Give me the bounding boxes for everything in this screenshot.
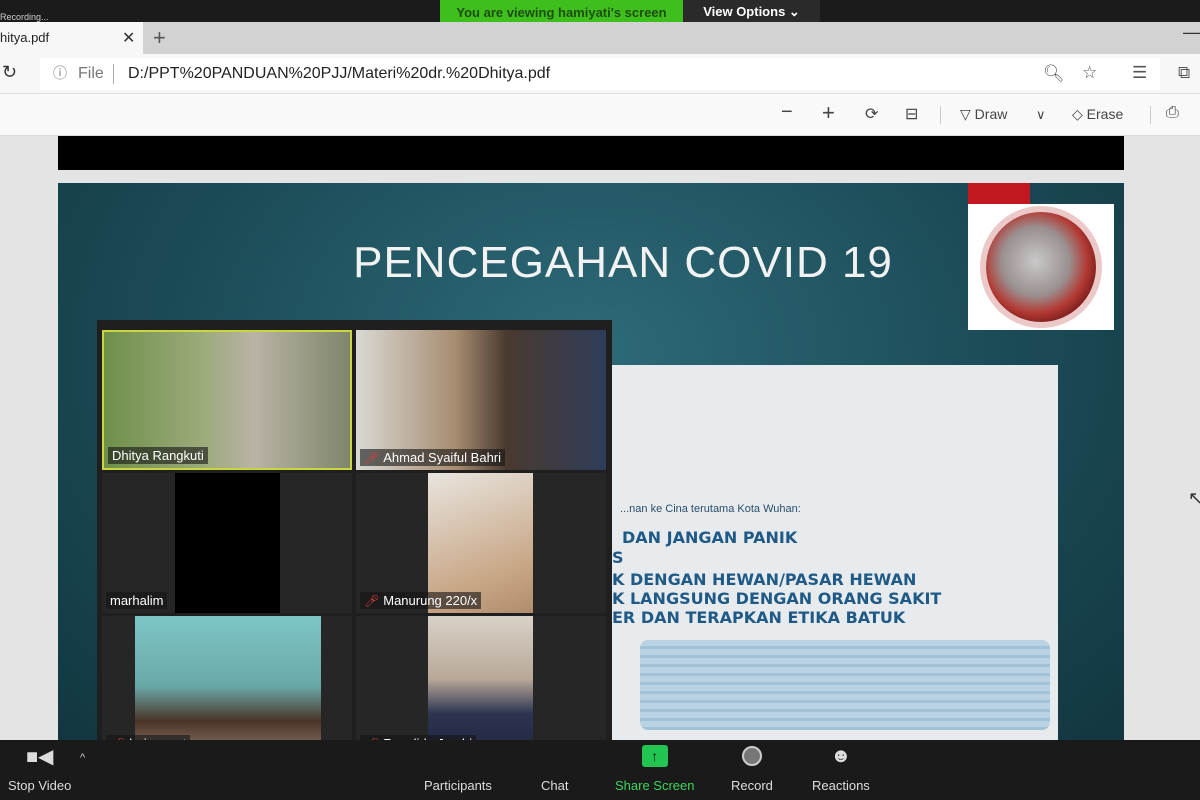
pdf-toolbar	[0, 94, 1200, 136]
divider	[940, 106, 941, 124]
participant-name: Manurung 220/x	[383, 593, 478, 608]
rotate-icon[interactable]: ⟳	[865, 104, 878, 124]
video-tile[interactable]: 🎤︎ Manurung 220/x	[356, 473, 606, 613]
previous-page-bottom	[58, 136, 1124, 170]
divider	[113, 64, 114, 84]
share-screen-label: Share Screen	[615, 778, 695, 793]
file-label: File	[78, 65, 104, 82]
reactions-label: Reactions	[812, 778, 870, 793]
slide-line: K DENGAN HEWAN/PASAR HEWAN	[612, 570, 917, 589]
tab-title: hitya.pdf	[0, 30, 50, 45]
info-icon[interactable]: ⓘ	[53, 63, 67, 83]
participant-name-tag: 🎤︎ Manurung 220/x	[360, 592, 482, 609]
participant-name-tag: Dhitya Rangkuti	[108, 447, 208, 464]
participants-label: Participants	[424, 778, 492, 793]
slide-subtitle: ...nan ke Cina terutama Kota Wuhan:	[620, 503, 801, 515]
video-camera-icon: ■◀	[25, 745, 54, 768]
participant-name-tag: marhalim	[106, 592, 168, 609]
participant-name: Ahmad Syaiful Bahri	[383, 450, 502, 465]
zoom-in-button[interactable]: +	[822, 100, 835, 126]
fit-width-icon[interactable]: ⊟	[905, 104, 918, 124]
favorites-icon[interactable]: ☰	[1132, 63, 1147, 83]
slide-line: DAN JANGAN PANIK	[622, 528, 798, 547]
url-text[interactable]: D:/PPT%20PANDUAN%20PJJ/Materi%20dr.%20Dh…	[128, 65, 550, 83]
new-tab-icon[interactable]: +	[153, 25, 166, 51]
record-icon	[741, 744, 762, 768]
close-tab-icon[interactable]: ✕	[122, 28, 135, 48]
muted-mic-icon: 🎤︎	[364, 450, 380, 465]
reactions-button[interactable]: ☻ Reactions	[812, 744, 870, 794]
collections-icon[interactable]: ⧉	[1178, 63, 1190, 83]
refresh-icon[interactable]: ↻	[2, 62, 17, 83]
participant-video	[175, 473, 280, 613]
recording-label: Recording...	[0, 12, 49, 22]
video-tile[interactable]: 🎤︎ Ahmad Syaiful Bahri	[356, 330, 606, 470]
print-icon[interactable]: ⎙	[1166, 104, 1179, 122]
tab-bar	[0, 22, 1200, 54]
draw-label: Draw	[974, 106, 1008, 122]
pen-icon: ▽	[960, 106, 971, 122]
chat-label: Chat	[541, 778, 569, 793]
zoom-out-button[interactable]: −	[781, 101, 793, 124]
record-button[interactable]: Record	[731, 744, 773, 793]
erase-button[interactable]: ◇ Erase	[1072, 106, 1123, 123]
face-mask-image	[640, 640, 1050, 730]
record-label: Record	[731, 778, 773, 793]
video-tile[interactable]: 🎤︎Revolida Jambi	[356, 616, 606, 756]
minimize-icon[interactable]: —	[1183, 22, 1200, 43]
smiley-plus-icon: ☻	[830, 744, 852, 767]
video-tile[interactable]: 🎤︎hoiron nst	[102, 616, 352, 756]
draw-button[interactable]: ▽ Draw	[960, 106, 1007, 123]
divider	[1150, 106, 1151, 124]
zoom-out-icon[interactable]: 🔍︎	[1043, 64, 1065, 84]
participant-name: Dhitya Rangkuti	[112, 448, 204, 463]
participant-name-tag: 🎤︎ Ahmad Syaiful Bahri	[360, 449, 506, 466]
viewing-banner: You are viewing hamiyati's screen	[440, 0, 683, 24]
mouse-cursor-icon: ↖	[1188, 488, 1200, 508]
erase-label: Erase	[1086, 106, 1124, 122]
slide-line: K LANGSUNG DENGAN ORANG SAKIT	[612, 589, 942, 608]
draw-dropdown-chevron-icon[interactable]: ∨	[1036, 107, 1046, 123]
chat-button[interactable]: Chat	[541, 744, 568, 793]
slide-line: ER DAN TERAPKAN ETIKA BATUK	[612, 608, 906, 627]
red-accent-bar	[968, 183, 1030, 205]
star-icon[interactable]: ☆	[1082, 63, 1097, 83]
coronavirus-image	[968, 204, 1114, 330]
share-screen-icon: ↑	[641, 744, 668, 768]
stop-video-label: Stop Video	[8, 778, 72, 793]
participant-name: marhalim	[110, 593, 164, 608]
view-options-button[interactable]: View Options ⌄	[683, 0, 820, 24]
stop-video-button[interactable]: ■◀ Stop Video	[8, 744, 72, 794]
slide-line: S	[612, 548, 624, 567]
participants-button[interactable]: Participants	[424, 744, 492, 793]
muted-mic-icon: 🎤︎	[364, 593, 380, 608]
meeting-controls-bar	[0, 740, 1200, 800]
video-tile[interactable]: Dhitya Rangkuti	[102, 330, 352, 470]
eraser-icon: ◇	[1072, 106, 1083, 122]
video-tile[interactable]: marhalim	[102, 473, 352, 613]
share-screen-button[interactable]: ↑ Share Screen	[615, 744, 695, 793]
video-options-chevron-icon[interactable]: ^	[80, 752, 85, 764]
video-gallery[interactable]: Dhitya Rangkuti 🎤︎ Ahmad Syaiful Bahri ma…	[97, 320, 612, 768]
